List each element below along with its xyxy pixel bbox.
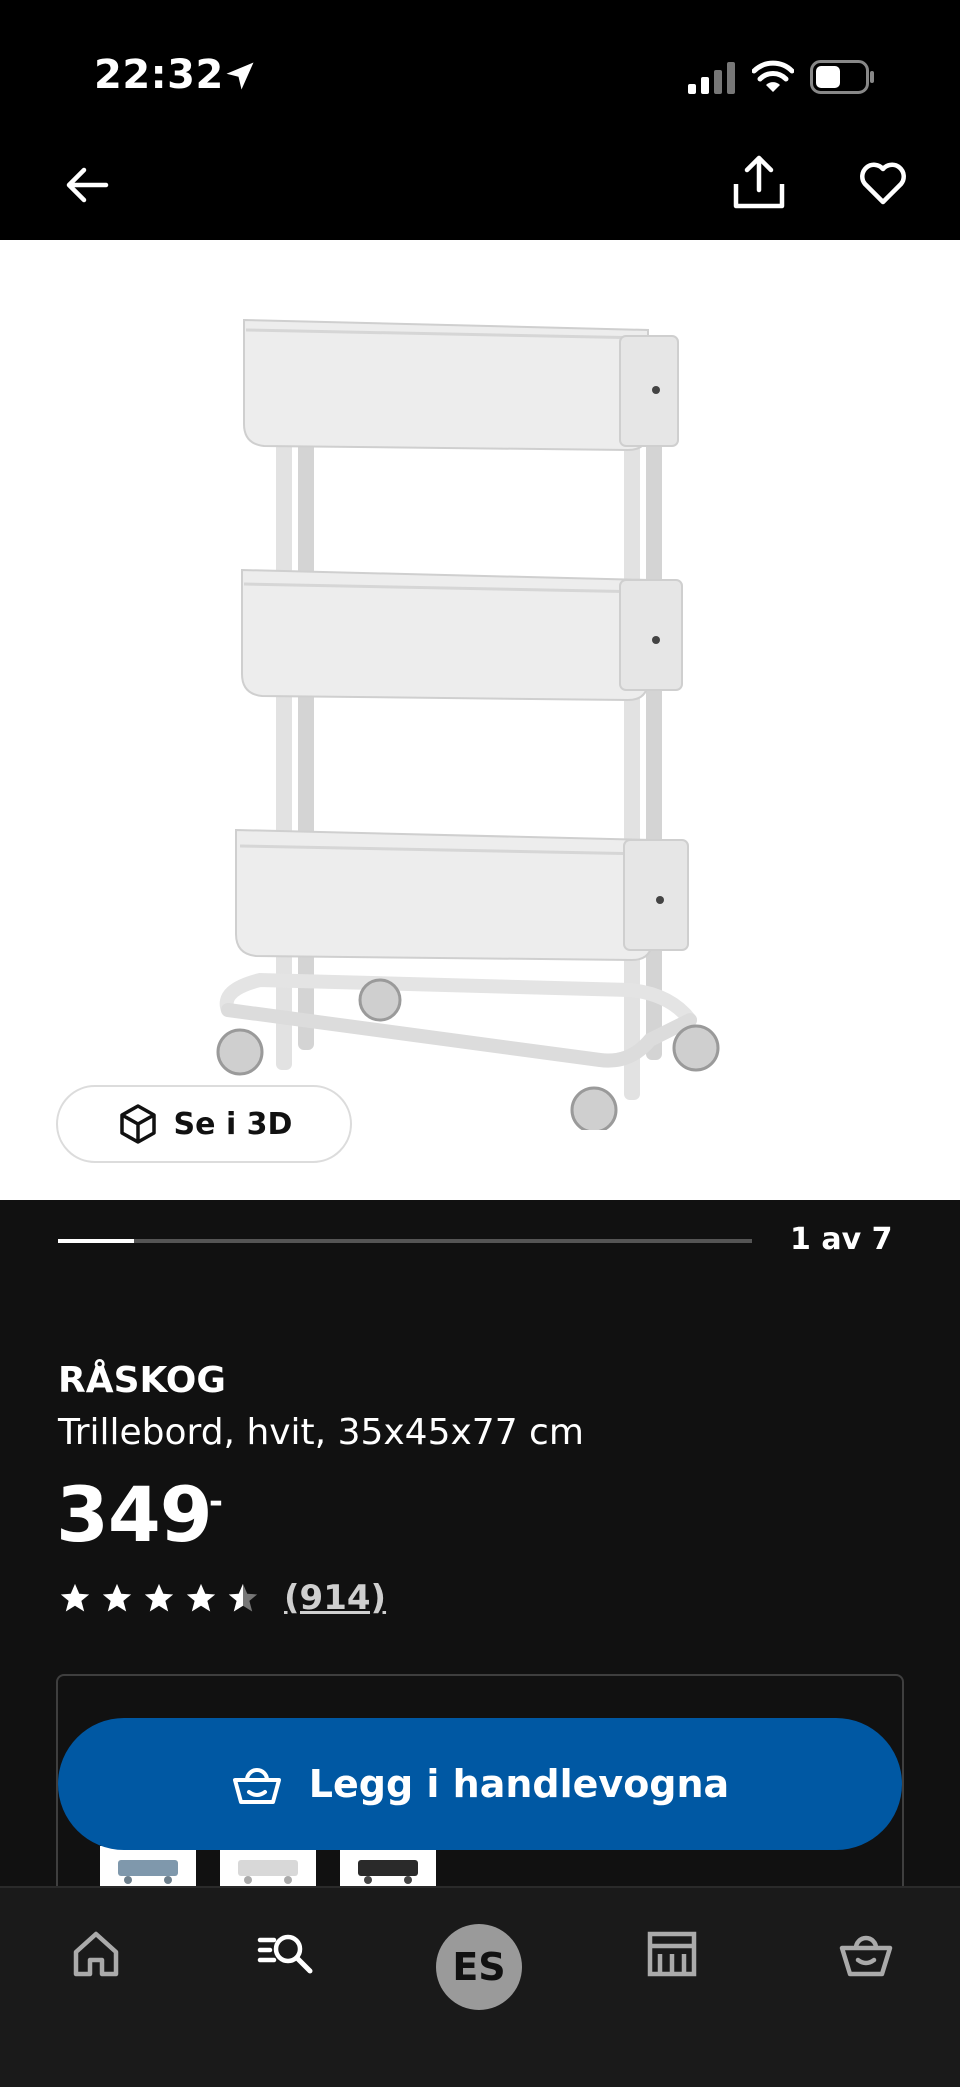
basket-icon xyxy=(839,1935,893,1977)
share-icon[interactable] xyxy=(732,154,786,210)
basket-icon xyxy=(232,1768,281,1804)
battery-icon xyxy=(810,60,874,94)
location-arrow-icon xyxy=(226,62,254,90)
nav-store[interactable] xyxy=(642,1924,702,1984)
product-screen: 22:32 Se i 3D 1 av 7 RÅSKOG Trillebord, … xyxy=(0,0,960,2087)
star-full-icon xyxy=(60,1583,90,1612)
view-in-3d-button[interactable]: Se i 3D xyxy=(56,1085,352,1163)
price-suffix: ,- xyxy=(196,1482,224,1522)
product-photo-trolley xyxy=(216,318,720,1130)
variant-thumbnail[interactable] xyxy=(220,1846,316,1886)
store-icon xyxy=(647,1931,697,1977)
product-rating[interactable]: (914) xyxy=(58,1578,386,1618)
variant-thumbnail[interactable] xyxy=(100,1846,196,1886)
view-in-3d-label: Se i 3D xyxy=(173,1106,293,1142)
add-to-cart-label: Legg i handlevogna xyxy=(308,1762,730,1806)
wifi-icon xyxy=(752,60,794,92)
gallery-progress-fill xyxy=(58,1239,135,1243)
cellular-signal-icon xyxy=(688,62,735,94)
star-full-icon xyxy=(102,1583,132,1612)
gallery-position-label: 1 av 7 xyxy=(790,1222,893,1257)
search-icon xyxy=(257,1934,313,1974)
product-image-gallery[interactable]: Se i 3D xyxy=(0,240,960,1200)
home-icon xyxy=(73,1931,119,1977)
star-half-icon xyxy=(228,1583,258,1612)
product-description: Trillebord, hvit, 35x45x77 cm xyxy=(58,1412,584,1453)
status-bar: 22:32 xyxy=(0,0,960,130)
star-full-icon xyxy=(144,1583,174,1612)
nav-search[interactable] xyxy=(256,1924,316,1984)
top-navigation xyxy=(0,130,960,240)
add-to-cart-button[interactable]: Legg i handlevogna xyxy=(58,1718,902,1850)
status-time: 22:32 xyxy=(94,52,224,98)
gallery-progress-bar xyxy=(58,1239,752,1243)
nav-home[interactable] xyxy=(66,1924,126,1984)
nav-basket[interactable] xyxy=(836,1924,896,1984)
star-full-icon xyxy=(186,1583,216,1612)
review-count-link[interactable]: (914) xyxy=(284,1578,386,1618)
back-arrow-icon[interactable] xyxy=(62,160,112,210)
profile-avatar[interactable]: ES xyxy=(436,1924,522,2010)
heart-icon[interactable] xyxy=(858,158,908,208)
cube-3d-icon xyxy=(119,1104,156,1144)
bottom-navigation: ES xyxy=(0,1886,960,2087)
variant-thumbnail[interactable] xyxy=(340,1846,436,1886)
product-name: RÅSKOG xyxy=(58,1360,226,1401)
product-price: 349 xyxy=(56,1470,213,1559)
